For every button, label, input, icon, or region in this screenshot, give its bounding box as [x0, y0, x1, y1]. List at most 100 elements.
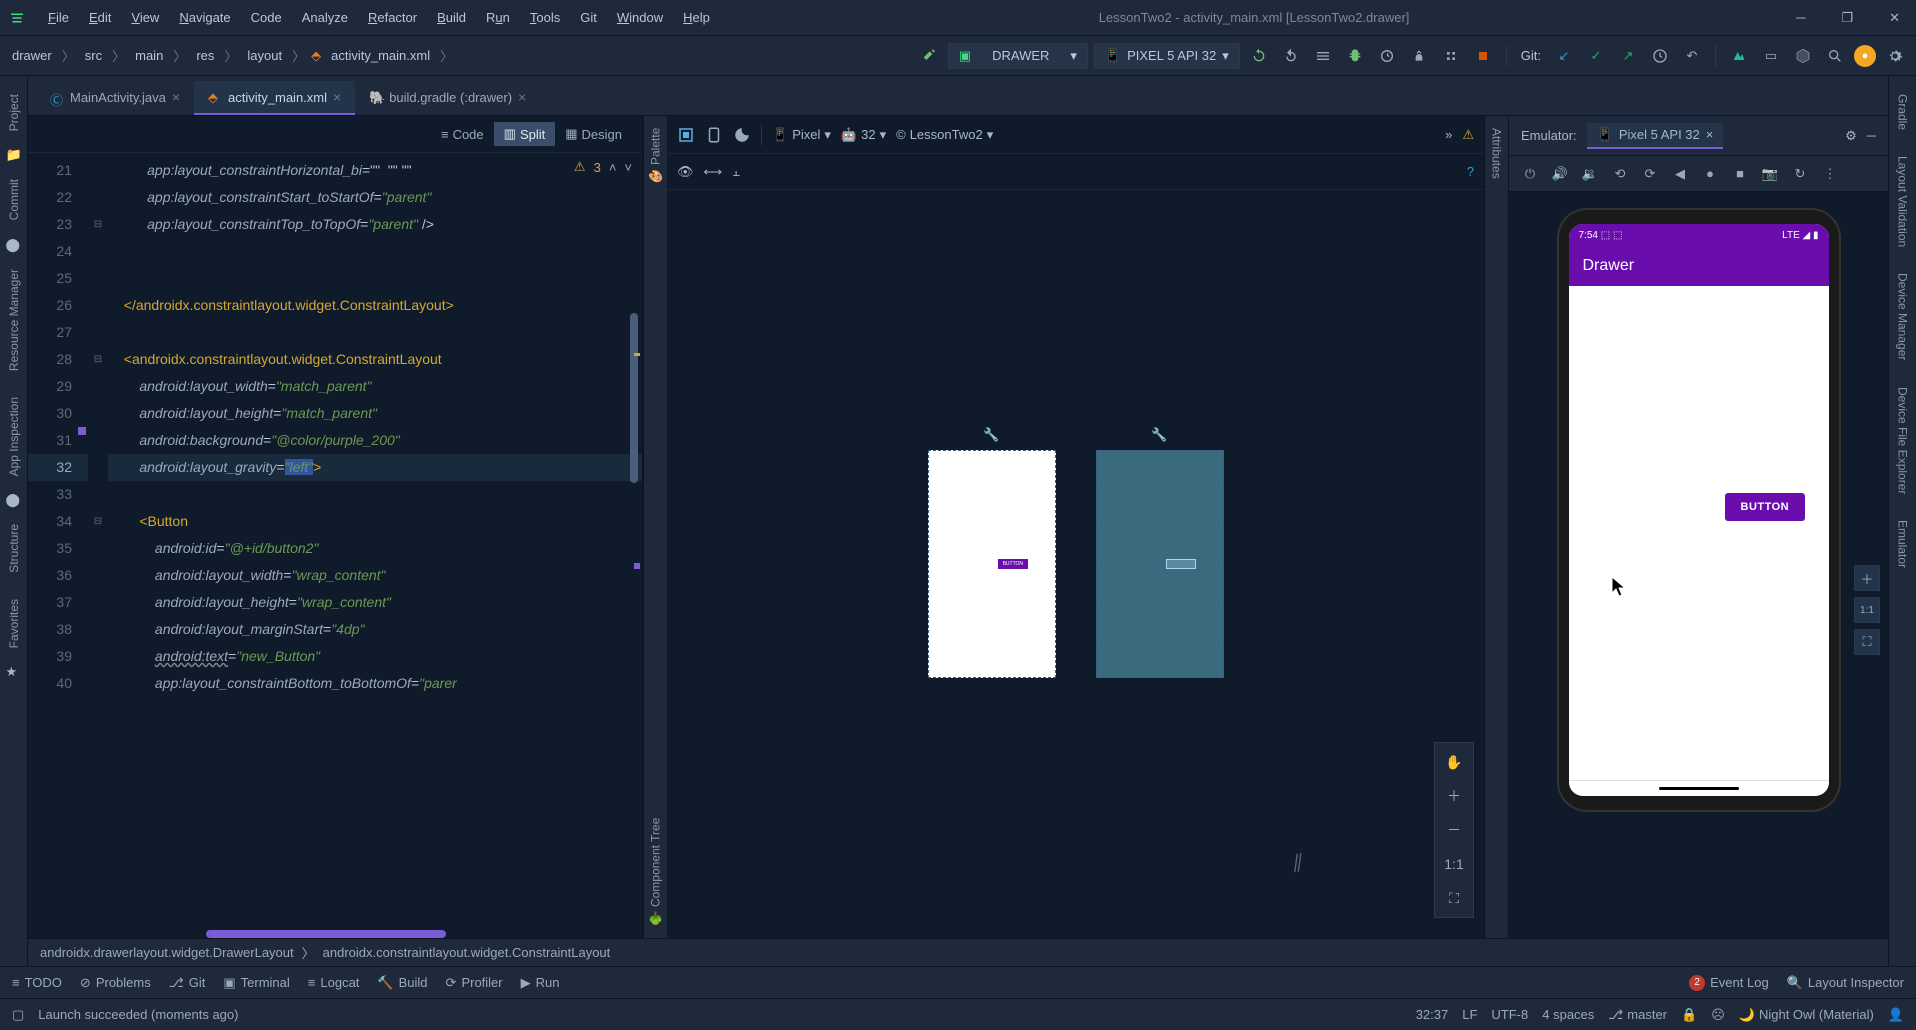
home-icon[interactable]: ● [1699, 163, 1721, 185]
close-tab-icon[interactable]: × [518, 89, 526, 105]
expand-status-icon[interactable]: ▢ [12, 1007, 24, 1023]
emu-zoom-in[interactable]: ＋ [1854, 565, 1880, 591]
search-icon[interactable] [1822, 43, 1848, 69]
phone-screen[interactable]: 7:54 ⬚ ⬚ LTE ◢ ▮ Drawer BUTTON [1569, 224, 1829, 796]
volume-down-icon[interactable]: 🔉 [1579, 163, 1601, 185]
palette-tab[interactable]: 🎨Palette [644, 116, 667, 196]
tab-gradle[interactable]: Gradle [1894, 84, 1912, 140]
menu-tools[interactable]: Tools [520, 6, 570, 29]
tab-device-file-explorer[interactable]: Device File Explorer [1894, 377, 1912, 504]
apply-code-icon[interactable] [1310, 43, 1336, 69]
view-code-button[interactable]: ≡ Code [431, 122, 494, 146]
more-icon[interactable]: » [1445, 127, 1452, 142]
fold-gutter[interactable]: ⊟ ⊟ ⊟ [88, 153, 108, 938]
menu-analyze[interactable]: Analyze [292, 6, 358, 29]
breadcrumb-item[interactable]: layout [243, 46, 286, 65]
menu-refactor[interactable]: Refactor [358, 6, 427, 29]
phone-button-element[interactable]: BUTTON [1725, 493, 1806, 521]
tab-device-manager[interactable]: Device Manager [1894, 263, 1912, 370]
button-element[interactable]: BUTTON [998, 559, 1028, 569]
overview-icon[interactable]: ■ [1729, 163, 1751, 185]
git-commit-icon[interactable]: ✓ [1583, 43, 1609, 69]
bottom-run[interactable]: ▶ Run [521, 975, 560, 991]
phone-content-area[interactable]: BUTTON [1569, 286, 1829, 780]
tab-project[interactable]: Project [5, 84, 23, 141]
default-margins-icon[interactable]: ⫠ [732, 164, 740, 180]
hammer-icon[interactable] [916, 43, 942, 69]
breadcrumb-item[interactable]: main [131, 46, 167, 65]
vertical-scrollbar[interactable] [630, 313, 638, 483]
view-split-button[interactable]: ▥ Split [494, 122, 556, 146]
reload-emu-icon[interactable]: ↻ [1789, 163, 1811, 185]
menu-help[interactable]: Help [673, 6, 720, 29]
editor-tab-activity-main[interactable]: ⬘ activity_main.xml × [194, 81, 355, 115]
rerun-icon[interactable] [1246, 43, 1272, 69]
code-editor[interactable]: app:layout_constraintHorizontal_bi="" ""… [108, 153, 642, 938]
tab-emulator[interactable]: Emulator [1894, 510, 1912, 578]
menu-build[interactable]: Build [427, 6, 476, 29]
tab-app-inspection[interactable]: App Inspection [5, 387, 23, 486]
status-encoding[interactable]: UTF-8 [1491, 1007, 1528, 1022]
editor-tab-mainactivity[interactable]: Ⓒ MainActivity.java × [36, 81, 194, 115]
sdk-icon[interactable] [1790, 43, 1816, 69]
tab-structure[interactable]: Structure [5, 514, 23, 583]
zoom-in-icon[interactable]: ＋ [1441, 783, 1467, 809]
editor-tab-build-gradle[interactable]: 🐘 build.gradle (:drawer) × [355, 81, 540, 115]
wrench-icon[interactable]: 🔧 [1151, 427, 1167, 443]
breadcrumb-file[interactable]: activity_main.xml [327, 46, 434, 65]
status-inspection-icon[interactable]: 👤 [1888, 1007, 1904, 1023]
volume-up-icon[interactable]: 🔊 [1549, 163, 1571, 185]
maximize-button[interactable]: ❐ [1833, 6, 1861, 30]
status-theme[interactable]: 🌙 Night Owl (Material) [1739, 1007, 1874, 1023]
tab-favorites[interactable]: Favorites [5, 589, 23, 658]
menu-view[interactable]: View [121, 6, 169, 29]
layout-preview-blueprint[interactable]: 🔧 [1096, 450, 1224, 678]
minimize-button[interactable]: ─ [1788, 6, 1813, 30]
wrench-icon[interactable]: 🔧 [983, 427, 999, 443]
git-push-icon[interactable]: ↗ [1615, 43, 1641, 69]
app-quality-icon[interactable] [1726, 43, 1752, 69]
profile-icon[interactable] [1374, 43, 1400, 69]
bottom-terminal[interactable]: ▣ Terminal [223, 975, 289, 991]
device-select[interactable]: 📱 Pixel ▾ [772, 127, 831, 143]
status-git-branch[interactable]: ⎇ master [1608, 1007, 1667, 1023]
orientation-icon[interactable] [705, 126, 723, 144]
avd-icon[interactable]: ▭ [1758, 43, 1784, 69]
attach-debugger-icon[interactable] [1406, 43, 1432, 69]
status-indent[interactable]: 4 spaces [1542, 1007, 1594, 1022]
close-emulator-tab[interactable]: × [1706, 127, 1714, 142]
tab-commit[interactable]: Commit [5, 169, 23, 230]
attributes-tab[interactable]: Attributes [1485, 116, 1508, 191]
zoom-reset[interactable]: 1:1 [1441, 851, 1467, 877]
emulator-device-tab[interactable]: 📱Pixel 5 API 32 × [1587, 123, 1724, 149]
close-button[interactable]: ✕ [1881, 6, 1908, 30]
menu-file[interactable]: File [38, 6, 79, 29]
menu-run[interactable]: Run [476, 6, 520, 29]
pan-icon[interactable]: ✋ [1441, 749, 1467, 775]
breadcrumb-item[interactable]: res [192, 46, 218, 65]
minimize-emu-icon[interactable]: ─ [1867, 128, 1876, 143]
rotate-left-icon[interactable]: ⟲ [1609, 163, 1631, 185]
help-icon[interactable]: ? [1467, 164, 1474, 179]
more-run-icon[interactable] [1438, 43, 1464, 69]
bottom-logcat[interactable]: ≡ Logcat [308, 975, 360, 990]
menu-git[interactable]: Git [570, 6, 607, 29]
breadcrumb-item[interactable]: src [81, 46, 106, 65]
git-history-icon[interactable] [1647, 43, 1673, 69]
run-config-dropdown[interactable]: ▣ DRAWER ▾ [948, 43, 1088, 69]
git-rollback-icon[interactable]: ↶ [1679, 43, 1705, 69]
menu-window[interactable]: Window [607, 6, 673, 29]
tab-layout-validation[interactable]: Layout Validation [1894, 146, 1912, 257]
close-tab-icon[interactable]: × [172, 89, 180, 105]
menu-edit[interactable]: Edit [79, 6, 121, 29]
gear-icon[interactable]: ⚙ [1845, 128, 1857, 144]
night-mode-icon[interactable] [733, 126, 751, 144]
status-face-icon[interactable]: ☹ [1711, 1007, 1725, 1023]
zoom-fit-icon[interactable]: ⛶ [1441, 885, 1467, 911]
emu-zoom-fit[interactable]: ⛶ [1854, 629, 1880, 655]
status-lock-icon[interactable]: 🔒 [1681, 1007, 1697, 1023]
debug-icon[interactable] [1342, 43, 1368, 69]
bottom-event-log[interactable]: 2 Event Log [1689, 975, 1769, 991]
status-cursor-pos[interactable]: 32:37 [1416, 1007, 1449, 1022]
menu-navigate[interactable]: Navigate [169, 6, 240, 29]
